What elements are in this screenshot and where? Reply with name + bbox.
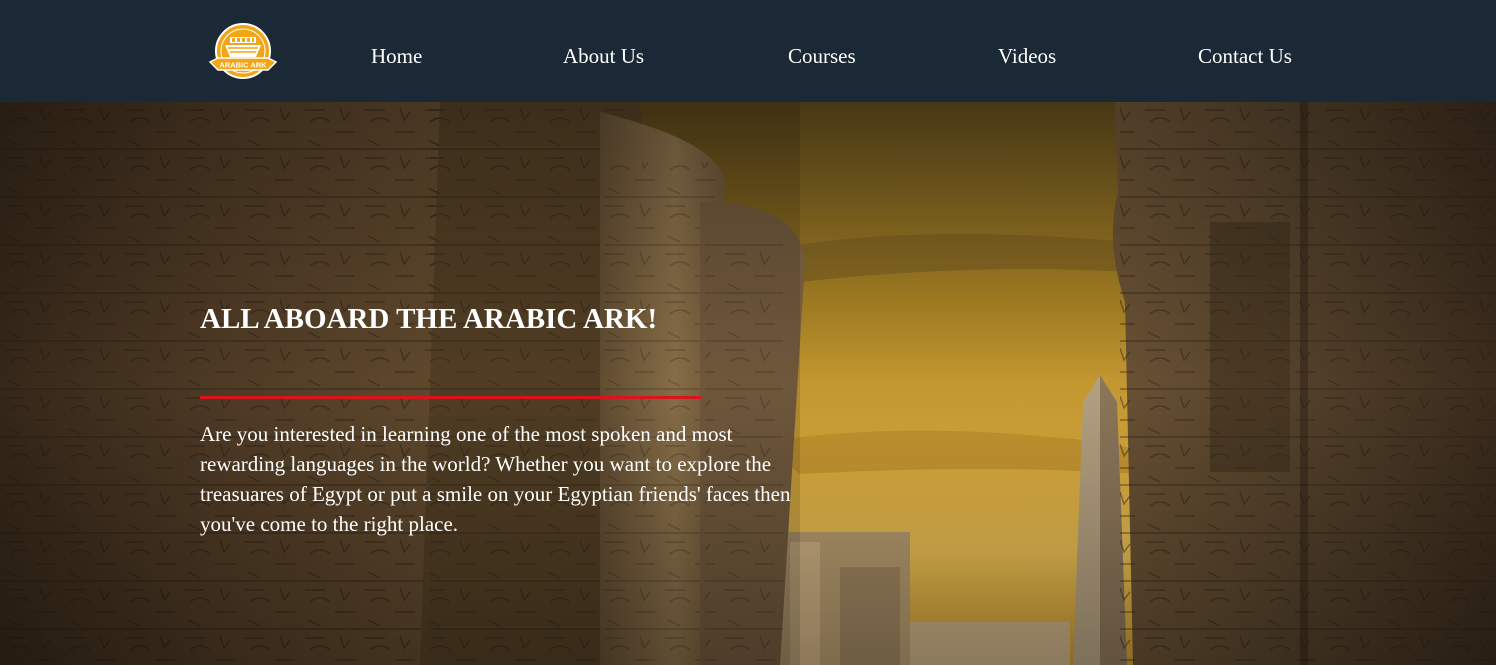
hero-section: ALL ABOARD THE ARABIC ARK! Are you inter… (0, 102, 1496, 665)
logo-text: ARABIC ARK (219, 61, 267, 70)
hero-description: Are you interested in learning one of th… (200, 422, 791, 536)
nav-courses[interactable]: Courses (788, 43, 856, 69)
hero-divider (200, 396, 701, 399)
hero-title: ALL ABOARD THE ARABIC ARK! (200, 303, 658, 335)
logo-icon: ARABIC ARK (208, 23, 278, 79)
hero-background-image (0, 102, 1496, 665)
arabic-ark-logo[interactable]: ARABIC ARK (208, 22, 278, 82)
nav-videos[interactable]: Videos (998, 43, 1056, 69)
nav-home[interactable]: Home (371, 43, 422, 69)
nav-about-us[interactable]: About Us (563, 43, 644, 69)
top-navbar: ARABIC ARK Home About Us Courses Videos … (0, 0, 1496, 102)
nav-contact-us[interactable]: Contact Us (1198, 43, 1292, 69)
